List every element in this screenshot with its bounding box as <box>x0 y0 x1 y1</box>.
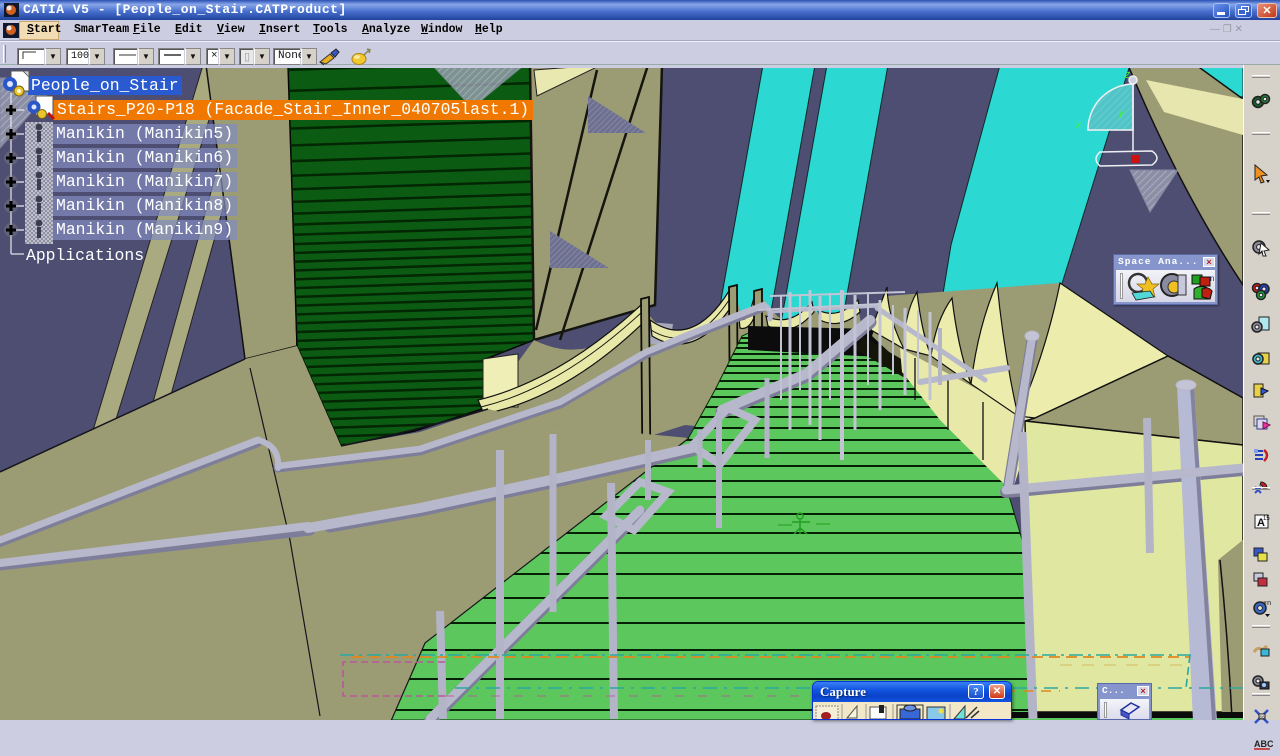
svg-text:×n: ×n <box>1263 600 1271 607</box>
svg-text:y: y <box>1117 108 1125 120</box>
svg-text:ABC: ABC <box>1254 739 1273 749</box>
svg-text:88: 88 <box>1260 715 1266 720</box>
svg-text:15: 15 <box>1263 516 1270 522</box>
svg-text:z: z <box>1124 70 1131 82</box>
svg-text:x: x <box>1074 120 1082 132</box>
svg-text:n: n <box>1210 274 1214 283</box>
